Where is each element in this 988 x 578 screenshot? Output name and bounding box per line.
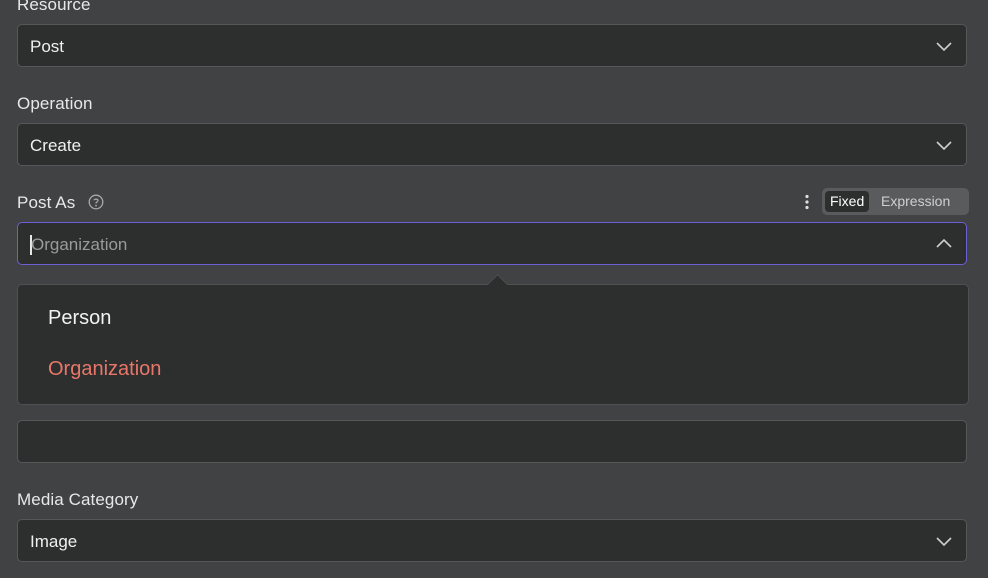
operation-label: Operation xyxy=(17,94,93,113)
fixed-expression-toggle: Fixed Expression xyxy=(822,188,969,215)
chevron-up-icon xyxy=(936,238,952,248)
fixed-option[interactable]: Fixed xyxy=(825,191,870,212)
option-person[interactable]: Person xyxy=(48,307,111,330)
dropdown-pointer xyxy=(486,273,509,296)
kebab-menu-icon[interactable] xyxy=(802,194,812,210)
post-as-dropdown: Person Organization xyxy=(17,273,969,405)
media-category-select[interactable]: Image xyxy=(17,519,967,562)
post-as-label: Post As xyxy=(17,193,76,212)
resource-select[interactable]: Post xyxy=(17,24,967,67)
operation-value: Create xyxy=(30,136,82,155)
chevron-down-icon xyxy=(936,537,952,547)
post-as-select[interactable]: Organization xyxy=(17,222,967,265)
post-as-placeholder: Organization xyxy=(31,235,128,254)
chevron-down-icon xyxy=(936,141,952,151)
operation-select[interactable]: Create xyxy=(17,123,967,166)
hidden-field-input[interactable] xyxy=(17,420,967,463)
help-icon[interactable] xyxy=(88,194,104,210)
media-category-value: Image xyxy=(30,532,78,551)
option-organization[interactable]: Organization xyxy=(48,358,161,381)
resource-value: Post xyxy=(30,37,65,56)
media-category-label: Media Category xyxy=(17,490,139,509)
chevron-down-icon xyxy=(936,42,952,52)
expression-option[interactable]: Expression xyxy=(876,191,955,212)
resource-label: Resource xyxy=(17,0,91,14)
